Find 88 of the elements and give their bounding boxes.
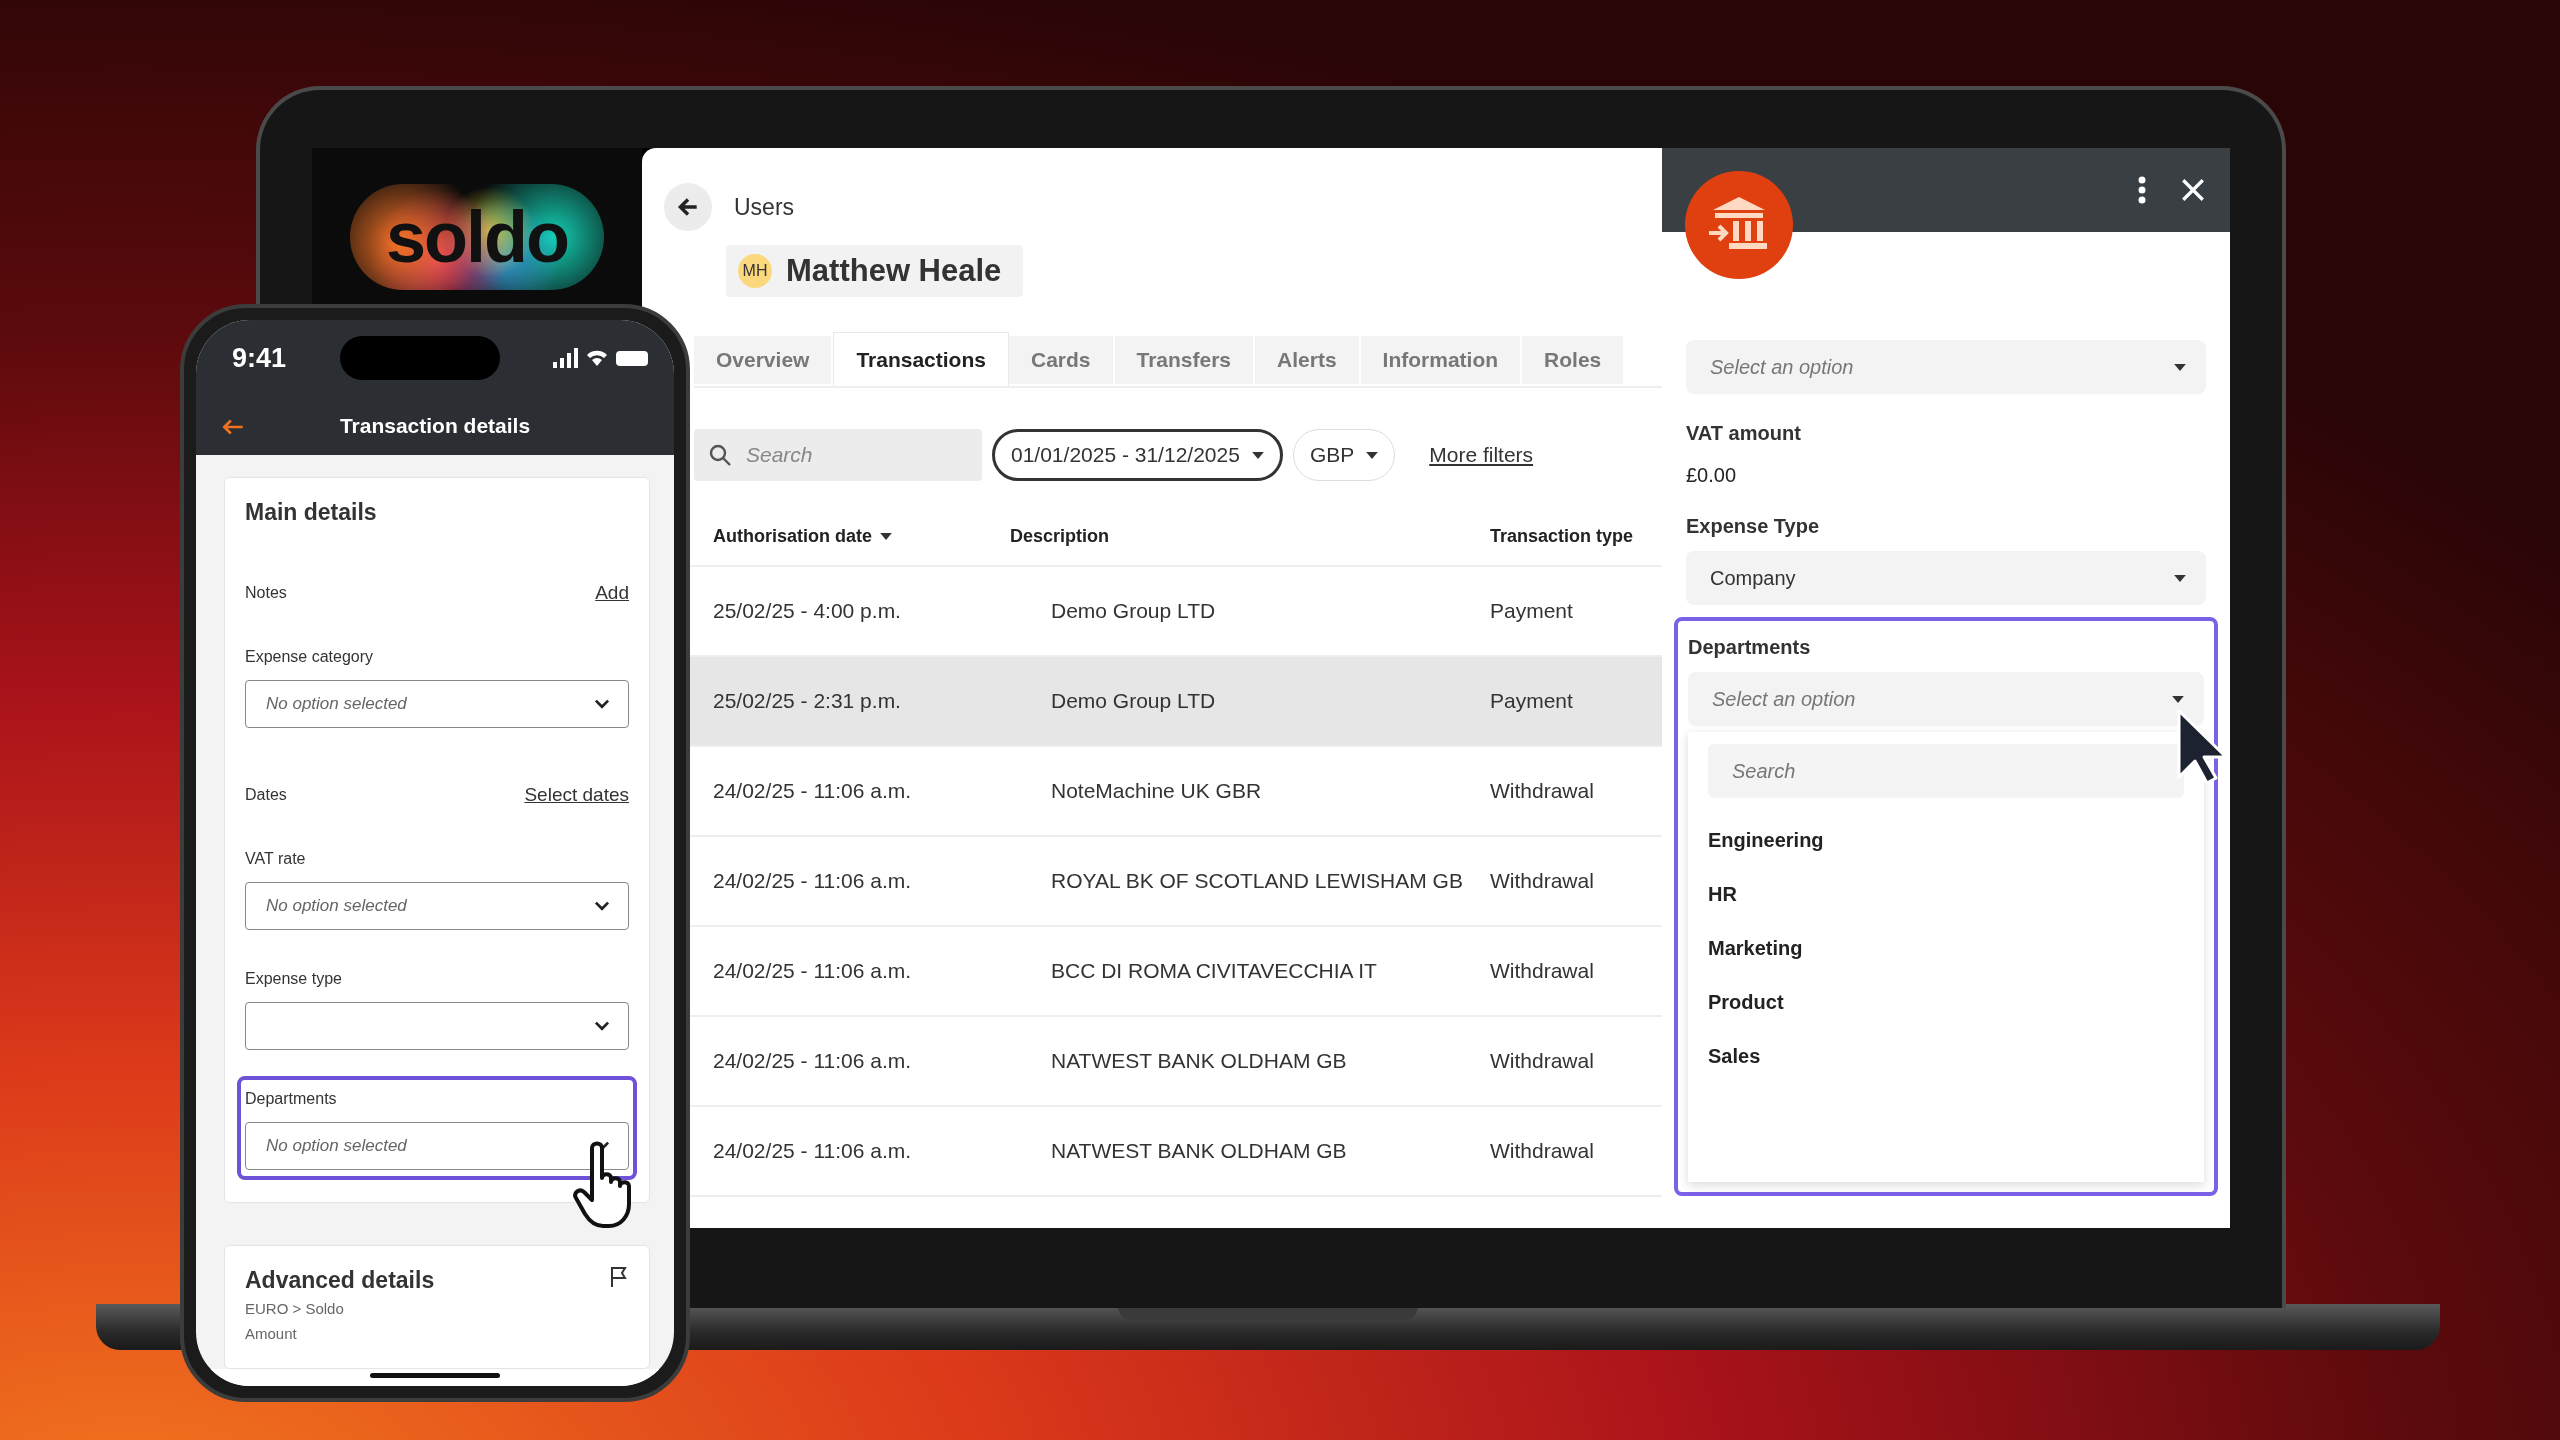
dropdown-option[interactable]: HR — [1708, 867, 1737, 921]
tab[interactable]: Alerts — [1255, 336, 1361, 384]
dropdown[interactable]: Select an option — [1686, 340, 2206, 394]
table-cell: Withdrawal — [1490, 1139, 1594, 1162]
more-filters-link[interactable]: More filters — [1429, 443, 1534, 467]
table-cell: 25/02/25 - 2:31 p.m. — [713, 689, 901, 712]
sort-icon — [880, 532, 892, 540]
search-field[interactable]: Search — [694, 429, 982, 481]
dropdown[interactable]: Select an option — [1688, 672, 2204, 726]
field-label: Departments — [1688, 635, 1812, 659]
screen-title: Transaction details — [339, 413, 531, 438]
dropdown[interactable]: Company — [1686, 551, 2206, 605]
table-cell: ROYAL BK OF SCOTLAND LEWISHAM GB — [1051, 869, 1463, 892]
table-cell: 24/02/25 - 11:06 a.m. — [713, 779, 912, 802]
card-subtitle: EURO > Soldo — [245, 1300, 345, 1317]
chevron-icon — [594, 901, 610, 911]
dropdown[interactable]: No option selected — [245, 680, 629, 728]
table-cell: Withdrawal — [1490, 869, 1594, 892]
column-header[interactable]: Transaction type — [1490, 525, 1634, 547]
column-header[interactable]: Authorisation date — [713, 525, 892, 547]
dropdown-option[interactable]: Engineering — [1708, 813, 1824, 867]
field-label: Expense category — [245, 648, 375, 666]
table-cell: 24/02/25 - 11:06 a.m. — [713, 1049, 912, 1072]
table-row[interactable]: 25/02/25 - 2:31 p.m. Demo Group LTD Payment — [690, 656, 1662, 746]
table-cell: Withdrawal — [1490, 959, 1594, 982]
caret-icon — [2172, 695, 2184, 703]
field-label: Departments — [245, 1090, 338, 1108]
caret-icon — [1366, 451, 1379, 459]
table-cell: Withdrawal — [1490, 779, 1594, 802]
field-label: Amount — [245, 1325, 298, 1342]
table-cell: 24/02/25 - 11:06 a.m. — [713, 1139, 912, 1162]
back-button[interactable] — [664, 183, 712, 231]
dropdown-option[interactable]: Product — [1708, 975, 1784, 1029]
tab[interactable]: Roles — [1522, 336, 1626, 384]
search-field[interactable]: Search — [1708, 744, 2184, 798]
date-range-filter[interactable]: 01/01/2025 - 31/12/2025 — [992, 429, 1283, 481]
search-icon — [708, 443, 732, 467]
tab[interactable]: Transactions — [833, 332, 1009, 386]
field-label: Dates — [245, 786, 287, 804]
dropdown[interactable]: No option selected — [245, 1122, 629, 1170]
table-cell: 24/02/25 - 11:06 a.m. — [713, 959, 912, 982]
table-cell: BCC DI ROMA CIVITAVECCHIA IT — [1051, 959, 1377, 982]
avatar: MH — [738, 254, 772, 288]
link[interactable]: Select dates — [524, 784, 629, 806]
table-cell: NATWEST BANK OLDHAM GB — [1051, 1139, 1347, 1162]
status-time: 9:41 — [232, 342, 287, 374]
table-cell: NATWEST BANK OLDHAM GB — [1051, 1049, 1347, 1072]
table-cell: Demo Group LTD — [1051, 689, 1216, 712]
flag-icon[interactable] — [609, 1266, 629, 1288]
table-cell: NoteMachine UK GBR — [1051, 779, 1262, 802]
dropdown-option[interactable]: Sales — [1708, 1029, 1761, 1083]
chevron-icon — [594, 699, 610, 709]
table-cell: Withdrawal — [1490, 1049, 1594, 1072]
card-title: Main details — [245, 498, 378, 526]
table-cell: Payment — [1490, 689, 1573, 712]
tab[interactable]: Information — [1360, 336, 1523, 384]
caret-icon — [1251, 451, 1264, 459]
close-icon — [2180, 177, 2206, 203]
field-label: Expense type — [245, 970, 343, 988]
card-title: Advanced details — [245, 1266, 435, 1294]
user-name: Matthew Heale — [786, 253, 1002, 289]
dropdown[interactable] — [245, 1002, 629, 1050]
wifi-icon — [586, 350, 608, 366]
table-cell: Payment — [1490, 599, 1573, 622]
tab[interactable]: Cards — [1008, 336, 1115, 384]
currency-filter[interactable]: GBP — [1292, 429, 1396, 481]
table-cell: Demo Group LTD — [1051, 599, 1216, 622]
field-value: £0.00 — [1686, 463, 1738, 487]
field-label: VAT rate — [245, 850, 307, 868]
signal-icon — [553, 348, 578, 368]
chevron-icon — [594, 1021, 610, 1031]
dropdown-option[interactable]: Marketing — [1708, 921, 1803, 975]
table-cell: 24/02/25 - 11:06 a.m. — [713, 869, 912, 892]
breadcrumb: Users — [734, 193, 795, 221]
table-cell: 25/02/25 - 4:00 p.m. — [713, 599, 901, 622]
dropdown[interactable]: No option selected — [245, 882, 629, 930]
battery-icon — [616, 350, 648, 366]
column-header[interactable]: Description — [1010, 525, 1110, 547]
caret-icon — [2174, 574, 2186, 582]
field-label: VAT amount — [1686, 421, 1802, 445]
tab[interactable]: Transfers — [1114, 336, 1256, 384]
more-icon — [2138, 176, 2146, 204]
tab[interactable]: Overview — [694, 336, 834, 384]
link[interactable]: Add — [595, 582, 629, 604]
bank-icon — [1685, 171, 1793, 279]
field-label: Notes — [245, 584, 287, 602]
caret-icon — [2174, 363, 2186, 371]
field-label: Expense Type — [1686, 514, 1821, 538]
